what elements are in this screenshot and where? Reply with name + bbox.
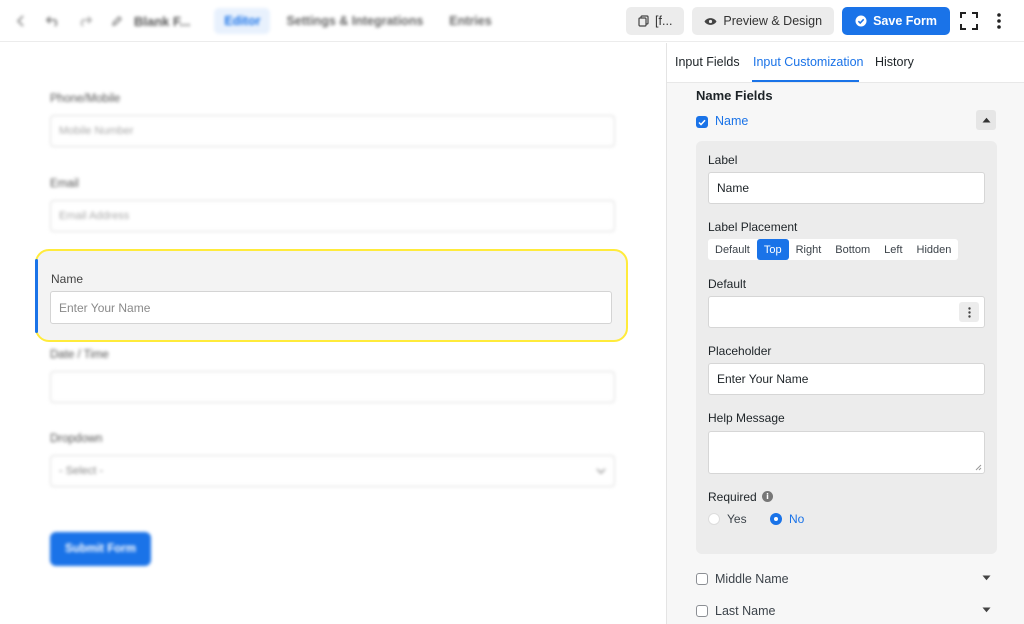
expand-last-name-button[interactable]: [976, 600, 996, 620]
required-yes-option[interactable]: Yes: [708, 512, 747, 526]
eye-icon: [704, 17, 717, 26]
phone-field[interactable]: Phone/Mobile Mobile Number: [50, 93, 615, 147]
email-field-label: Email: [50, 178, 79, 190]
placement-top[interactable]: Top: [756, 239, 789, 260]
check-icon: [698, 119, 706, 126]
placement-bottom[interactable]: Bottom: [828, 239, 877, 260]
resize-grip-icon[interactable]: [974, 463, 982, 471]
name-row-label[interactable]: Name: [715, 114, 748, 128]
last-name-row-label[interactable]: Last Name: [715, 604, 775, 618]
required-label: Required: [708, 490, 757, 504]
name-settings-card: Label Name Label Placement Default Top R…: [696, 141, 997, 554]
pencil-icon[interactable]: [106, 10, 128, 32]
placeholder-input[interactable]: Enter Your Name: [708, 363, 985, 395]
default-options-button[interactable]: [959, 302, 979, 322]
required-no-radio[interactable]: [770, 513, 782, 525]
toolbar-left-group: Blank F... Editor Settings & Integration…: [10, 8, 502, 34]
placement-hidden[interactable]: Hidden: [910, 239, 959, 260]
more-vertical-icon: [967, 306, 971, 318]
email-field[interactable]: Email Email Address: [50, 178, 615, 232]
caret-up-icon: [982, 117, 990, 123]
placement-default[interactable]: Default: [708, 239, 757, 260]
toolbar-right-group: [f... Preview & Design Save Form: [626, 7, 1010, 35]
tab-history[interactable]: History: [875, 55, 914, 69]
top-toolbar: Blank F... Editor Settings & Integration…: [0, 0, 1024, 42]
caret-down-icon: [982, 575, 990, 581]
middle-name-row-label[interactable]: Middle Name: [715, 572, 789, 586]
name-checkbox[interactable]: [696, 116, 708, 128]
copy-icon: [638, 15, 649, 27]
dropdown-field-label: Dropdown: [50, 433, 103, 445]
tab-entries[interactable]: Entries: [439, 8, 501, 34]
name-field-label: Name: [51, 272, 84, 286]
check-circle-icon: [855, 15, 867, 27]
tab-editor[interactable]: Editor: [214, 8, 271, 34]
form-canvas: Phone/Mobile Mobile Number Email Email A…: [0, 43, 665, 624]
chevron-down-icon: [596, 465, 606, 477]
required-no-option[interactable]: No: [770, 512, 804, 526]
last-name-checkbox[interactable]: [696, 605, 708, 617]
email-input[interactable]: Email Address: [50, 200, 615, 232]
phone-placeholder: Mobile Number: [59, 125, 134, 137]
default-field-label: Default: [708, 277, 747, 291]
caret-down-icon: [982, 607, 990, 613]
date-time-input[interactable]: [50, 371, 615, 403]
email-placeholder: Email Address: [59, 210, 130, 222]
default-input[interactable]: [708, 296, 985, 328]
required-yes-radio[interactable]: [708, 513, 720, 525]
preview-design-label: Preview & Design: [723, 14, 823, 28]
label-input[interactable]: Name: [708, 172, 985, 204]
placement-left[interactable]: Left: [877, 239, 909, 260]
form-title[interactable]: Blank F...: [134, 14, 190, 29]
expand-middle-name-button[interactable]: [976, 568, 996, 588]
active-tab-indicator: [752, 80, 859, 82]
placeholder-field-label: Placeholder: [708, 344, 772, 358]
settings-panel: Input Fields Input Customization History…: [666, 43, 1024, 624]
dropdown-select[interactable]: - Select -: [50, 455, 615, 487]
submit-form-button[interactable]: Submit Form: [50, 532, 151, 566]
preview-design-button[interactable]: Preview & Design: [692, 7, 835, 35]
undo-icon[interactable]: [42, 10, 64, 32]
section-title: Name Fields: [696, 88, 773, 103]
date-time-field-label: Date / Time: [50, 349, 109, 361]
more-vertical-icon[interactable]: [988, 7, 1010, 35]
tab-input-customization[interactable]: Input Customization: [753, 55, 863, 69]
dropdown-placeholder: - Select -: [59, 465, 104, 477]
shortcode-button[interactable]: [f...: [626, 7, 685, 35]
shortcode-label: [f...: [655, 14, 673, 28]
fullscreen-icon[interactable]: [958, 7, 980, 35]
name-placeholder: Enter Your Name: [59, 300, 151, 315]
tab-settings-integrations[interactable]: Settings & Integrations: [276, 8, 433, 34]
label-placement-group: Default Top Right Bottom Left Hidden: [708, 239, 959, 260]
name-field-selected[interactable]: Name Enter Your Name: [35, 249, 628, 342]
phone-field-label: Phone/Mobile: [50, 93, 121, 105]
help-message-textarea[interactable]: [708, 431, 985, 474]
label-placement-label: Label Placement: [708, 220, 798, 234]
dropdown-field[interactable]: Dropdown - Select -: [50, 433, 615, 487]
placement-right[interactable]: Right: [789, 239, 829, 260]
save-form-button[interactable]: Save Form: [842, 7, 950, 35]
middle-name-checkbox[interactable]: [696, 573, 708, 585]
selection-accent: [35, 259, 38, 333]
info-icon[interactable]: i: [762, 491, 773, 502]
date-time-field[interactable]: Date / Time: [50, 349, 615, 403]
placeholder-input-value: Enter Your Name: [717, 372, 809, 386]
chevron-left-icon[interactable]: [10, 10, 32, 32]
required-no-label: No: [789, 512, 805, 526]
tab-input-fields[interactable]: Input Fields: [675, 55, 740, 69]
help-message-label: Help Message: [708, 411, 785, 425]
editor-nav: Editor Settings & Integrations Entries: [214, 8, 501, 34]
required-yes-label: Yes: [727, 512, 747, 526]
save-form-label: Save Form: [873, 14, 937, 28]
label-input-value: Name: [717, 181, 750, 195]
redo-icon[interactable]: [74, 10, 96, 32]
panel-tabs: Input Fields Input Customization History: [667, 43, 1024, 83]
collapse-button[interactable]: [976, 110, 996, 130]
label-field-label: Label: [708, 153, 738, 167]
phone-input[interactable]: Mobile Number: [50, 115, 615, 147]
name-input[interactable]: Enter Your Name: [50, 291, 612, 324]
